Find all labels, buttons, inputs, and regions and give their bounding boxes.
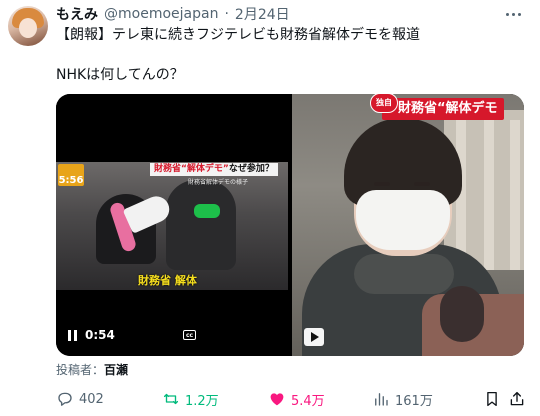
tweet-text-line-2: NHKは何してんの？: [56, 67, 184, 83]
like-button[interactable]: 5.4万: [268, 389, 325, 409]
pause-icon[interactable]: [68, 329, 77, 341]
play-icon[interactable]: [304, 328, 324, 346]
green-mask: [194, 204, 220, 218]
tweet-text-line-1: 【朗報】テレ東に続きフジテレビも財務省解体デモを報道: [56, 27, 420, 43]
news-banner: 財務省“解体デモ: [382, 98, 504, 120]
building-column: [484, 120, 494, 270]
sign-caption: 財務省 解体: [138, 274, 197, 287]
building-column: [510, 120, 520, 270]
views-count: 161万: [395, 393, 433, 409]
tweet-date[interactable]: 2月24日: [235, 4, 290, 24]
bookmark-icon: [487, 391, 497, 407]
news-headline: 財務省“解体デモ”なぜ参加？: [150, 163, 278, 176]
credit-prefix: 投稿者：: [56, 363, 105, 377]
media-grid: 5:56 財務省“解体デモ”なぜ参加？ 財務省解体デモの様子 財務省 解体 0:…: [56, 94, 524, 356]
headline-black: なぜ参加？: [228, 164, 274, 174]
cc-icon[interactable]: cc: [183, 330, 196, 340]
headline-red: 財務省“解体デモ”: [154, 164, 229, 174]
tweet-text: 【朗報】テレ東に続きフジテレビも財務省解体デモを報道 NHKは何してんの？: [56, 25, 526, 85]
reply-button[interactable]: 402: [56, 389, 104, 409]
share-icon: [510, 391, 524, 406]
share-button[interactable]: [508, 389, 526, 409]
channel-badge: 5:56: [58, 164, 84, 186]
retweet-icon: [163, 393, 179, 405]
avatar-face: [19, 18, 37, 38]
tweet: もえみ @moemoejapan · 2月24日 【朗報】テレ東に続きフジテレビ…: [0, 0, 540, 416]
avatar[interactable]: [8, 6, 48, 46]
more-icon[interactable]: [502, 6, 524, 22]
person-mask: [356, 190, 450, 250]
microphone: [440, 286, 484, 342]
author-name[interactable]: もえみ: [56, 4, 98, 24]
like-icon: [270, 393, 284, 406]
views-icon: [375, 393, 388, 406]
video-1[interactable]: 5:56 財務省“解体デモ”なぜ参加？ 財務省解体デモの様子 財務省 解体 0:…: [56, 94, 288, 356]
retweet-count: 1.2万: [185, 393, 219, 409]
tweet-header: もえみ @moemoejapan · 2月24日: [56, 4, 290, 24]
credit-name[interactable]: 百瀬: [104, 363, 128, 377]
author-handle[interactable]: @moemoejapan: [104, 6, 218, 22]
like-count: 5.4万: [291, 393, 325, 409]
video-credit: 投稿者：百瀬: [56, 361, 128, 378]
news-subheadline: 財務省解体デモの様子: [188, 179, 249, 186]
video-1-frame: 5:56 財務省“解体デモ”なぜ参加？ 財務省解体デモの様子 財務省 解体: [56, 162, 288, 290]
bookmark-button[interactable]: [483, 389, 501, 409]
video-controls: 0:54: [68, 328, 115, 342]
retweet-button[interactable]: 1.2万: [162, 389, 219, 409]
views-button[interactable]: 161万: [372, 389, 433, 409]
crowd-silhouette: [166, 180, 236, 270]
reply-icon: [58, 392, 72, 406]
reply-count: 402: [79, 391, 104, 407]
person-eye: [374, 182, 390, 186]
video-duration: 0:54: [85, 328, 115, 342]
action-bar: 402 1.2万 5.4万 161万: [56, 389, 530, 409]
header-separator: ·: [224, 6, 229, 22]
video-2[interactable]: 財務省“解体デモ 独自: [292, 94, 524, 356]
person-eye: [414, 182, 430, 186]
person-scarf: [354, 254, 454, 294]
news-badge: 独自: [370, 94, 398, 113]
